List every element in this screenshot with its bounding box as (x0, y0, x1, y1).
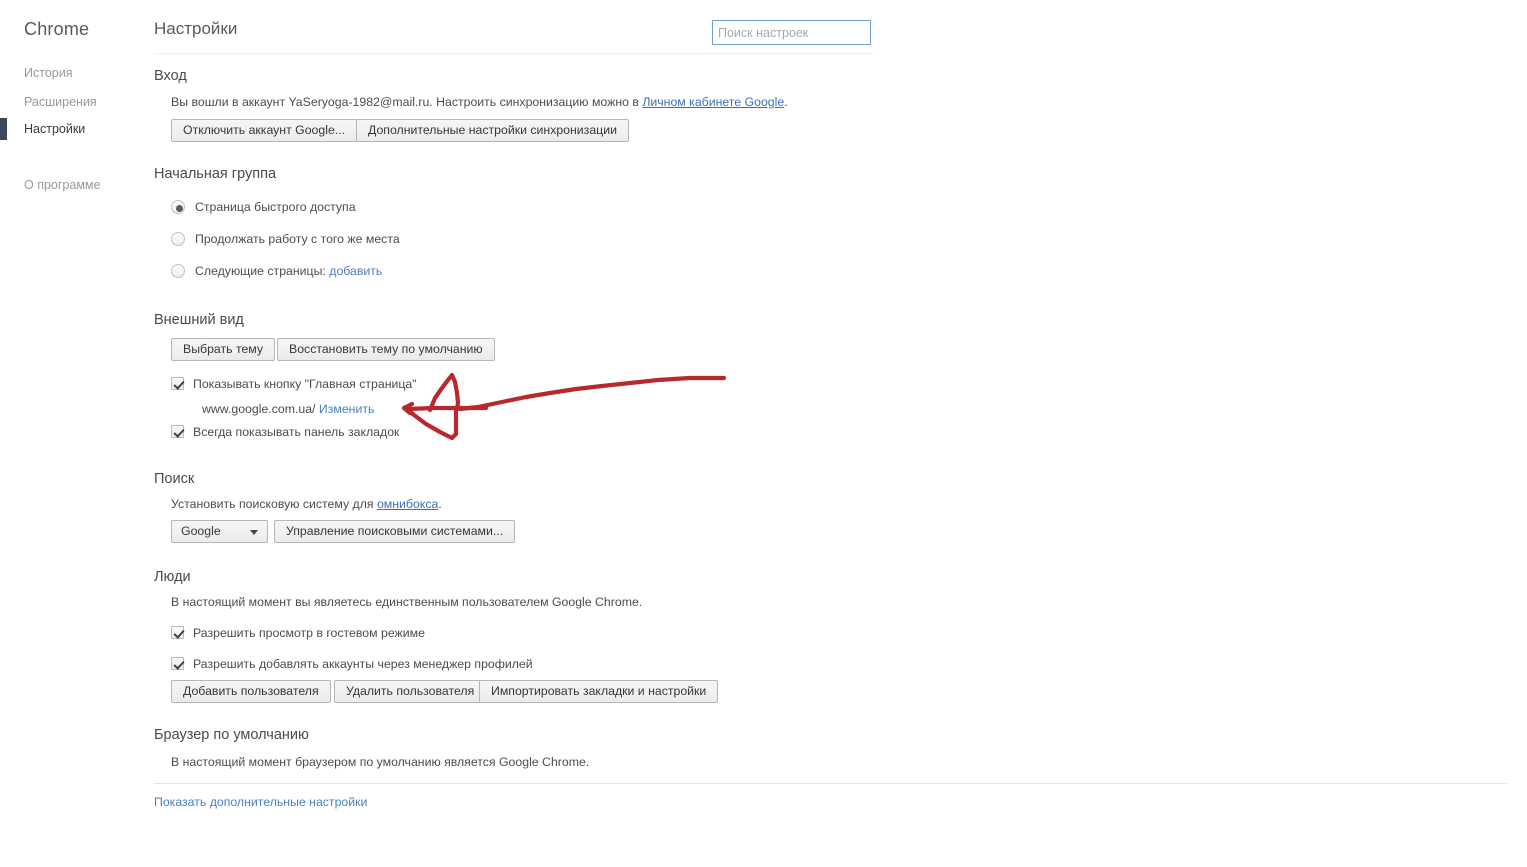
chrome-brand-label: Chrome (24, 19, 90, 39)
sidebar-item-label: История (24, 66, 73, 80)
radio-icon[interactable] (171, 264, 185, 278)
section-title-startup: Начальная группа (154, 166, 277, 182)
allow-guest-browsing-label: Разрешить просмотр в гостевом режиме (193, 626, 425, 640)
search-description-suffix: . (438, 497, 442, 511)
section-title-search: Поиск (154, 471, 195, 487)
sidebar-item-about[interactable]: О программе (0, 174, 154, 196)
startup-option-label: Следующие страницы: добавить (195, 263, 382, 279)
sidebar-item-label: Расширения (24, 95, 97, 109)
disconnect-google-account-button[interactable]: Отключить аккаунт Google... (171, 119, 358, 142)
main-content: Настройки Вход Вы вошли в аккаунт YaSery… (154, 0, 1527, 867)
startup-option-text: Следующие страницы: (195, 264, 326, 278)
allow-add-accounts-label: Разрешить добавлять аккаунты через менед… (193, 657, 533, 671)
checkbox-icon[interactable] (171, 657, 184, 670)
sidebar: Chrome История Расширения Настройки О пр… (0, 0, 154, 867)
homepage-url-value: www.google.com.ua/ (202, 402, 316, 416)
show-home-button-label: Показывать кнопку "Главная страница" (193, 377, 417, 391)
import-bookmarks-settings-button[interactable]: Импортировать закладки и настройки (479, 680, 719, 703)
search-description-text: Установить поисковую систему для (171, 497, 377, 511)
sidebar-item-history[interactable]: История (0, 62, 154, 84)
add-user-button[interactable]: Добавить пользователя (171, 680, 331, 703)
add-startup-pages-link[interactable]: добавить (329, 264, 382, 278)
section-title-people: Люди (154, 569, 191, 585)
change-homepage-link[interactable]: Изменить (319, 402, 374, 416)
startup-option-label: Продолжать работу с того же места (195, 232, 400, 246)
signin-description-text: Вы вошли в аккаунт YaSeryoga-1982@mail.r… (171, 95, 643, 109)
page-title: Настройки (154, 19, 238, 38)
default-browser-description: В настоящий момент браузером по умолчани… (171, 755, 590, 769)
checkbox-icon[interactable] (171, 377, 184, 390)
radio-icon[interactable] (171, 200, 185, 214)
show-advanced-settings-link[interactable]: Показать дополнительные настройки (154, 795, 367, 809)
search-description: Установить поисковую систему для омнибок… (171, 497, 442, 511)
search-engine-selected-label: Google (181, 524, 221, 538)
search-input[interactable] (712, 20, 871, 45)
homepage-url-row: www.google.com.ua/ Изменить (202, 402, 374, 416)
section-title-default-browser: Браузер по умолчанию (154, 727, 309, 743)
signin-description: Вы вошли в аккаунт YaSeryoga-1982@mail.r… (171, 95, 788, 109)
title-divider (154, 53, 874, 54)
sidebar-item-label: О программе (24, 178, 101, 192)
settings-page: Chrome История Расширения Настройки О пр… (0, 0, 1527, 867)
people-description: В настоящий момент вы являетесь единстве… (171, 595, 643, 609)
manage-search-engines-button[interactable]: Управление поисковыми системами... (274, 520, 516, 543)
section-title-appearance: Внешний вид (154, 312, 244, 328)
radio-icon[interactable] (171, 232, 185, 246)
reset-theme-button[interactable]: Восстановить тему по умолчанию (277, 338, 495, 361)
omnibox-link[interactable]: омнибокса (377, 497, 438, 511)
bottom-divider (154, 783, 1507, 784)
section-title-signin: Вход (154, 68, 187, 84)
always-show-bookmarks-label: Всегда показывать панель закладок (193, 425, 400, 439)
search-engine-select[interactable]: Google (171, 520, 268, 543)
search-settings-wrapper (712, 20, 871, 45)
sidebar-item-extensions[interactable]: Расширения (0, 91, 154, 113)
remove-user-button[interactable]: Удалить пользователя (334, 680, 487, 703)
sidebar-item-label: Настройки (24, 122, 86, 136)
checkbox-icon[interactable] (171, 626, 184, 639)
choose-theme-button[interactable]: Выбрать тему (171, 338, 276, 361)
chevron-down-icon (250, 530, 258, 535)
google-account-link[interactable]: Личном кабинете Google (642, 95, 784, 109)
advanced-sync-settings-button[interactable]: Дополнительные настройки синхронизации (356, 119, 629, 142)
signin-description-suffix: . (784, 95, 788, 109)
sidebar-item-settings[interactable]: Настройки (0, 118, 154, 140)
checkbox-icon[interactable] (171, 425, 184, 438)
startup-option-label: Страница быстрого доступа (195, 200, 356, 214)
